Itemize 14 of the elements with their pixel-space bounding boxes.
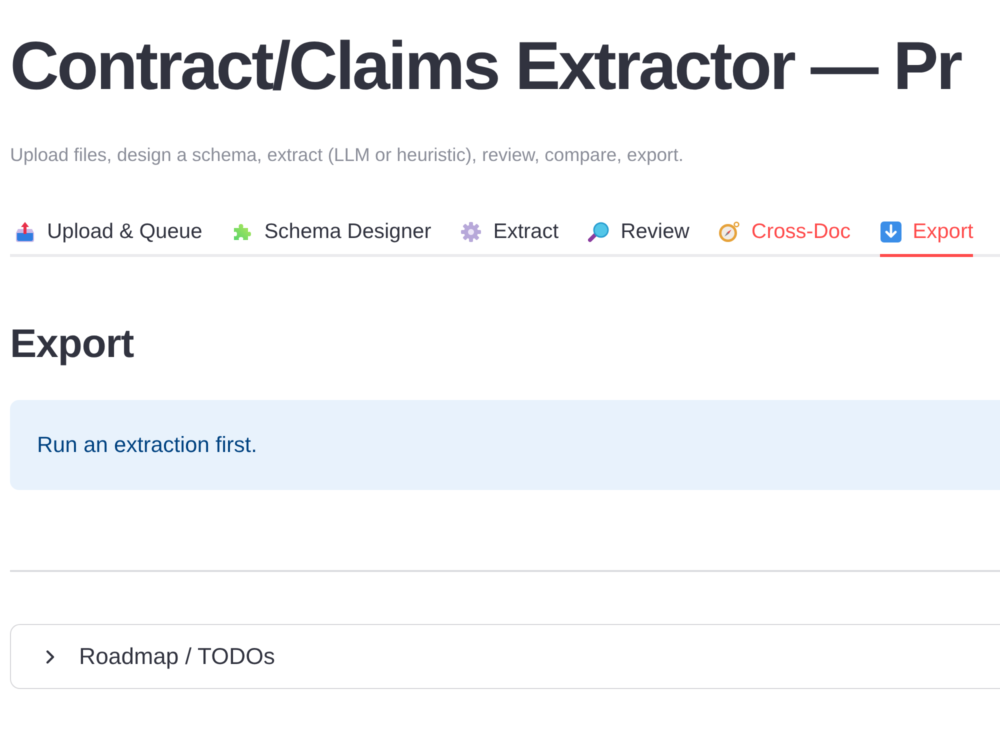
page-caption: Upload files, design a schema, extract (LLM or heuristic), review, compare, export. <box>10 143 684 167</box>
compass-icon <box>718 221 740 243</box>
tab[interactable]: Upload & Queue <box>14 214 202 257</box>
upload-tray-icon <box>14 221 36 243</box>
tab[interactable]: Review <box>588 214 690 257</box>
page-title: Contract/Claims Extractor — Pr <box>10 27 962 106</box>
expander[interactable]: Roadmap / TODOs <box>10 624 1000 689</box>
tab[interactable]: Extract <box>460 214 559 257</box>
magnifier-icon <box>588 221 610 243</box>
gear-icon <box>460 221 482 243</box>
section-heading: Export <box>10 321 135 368</box>
tab[interactable]: Schema Designer <box>231 214 432 257</box>
info-message: Run an extraction first. <box>10 400 1000 490</box>
puzzle-piece-icon <box>231 221 254 243</box>
